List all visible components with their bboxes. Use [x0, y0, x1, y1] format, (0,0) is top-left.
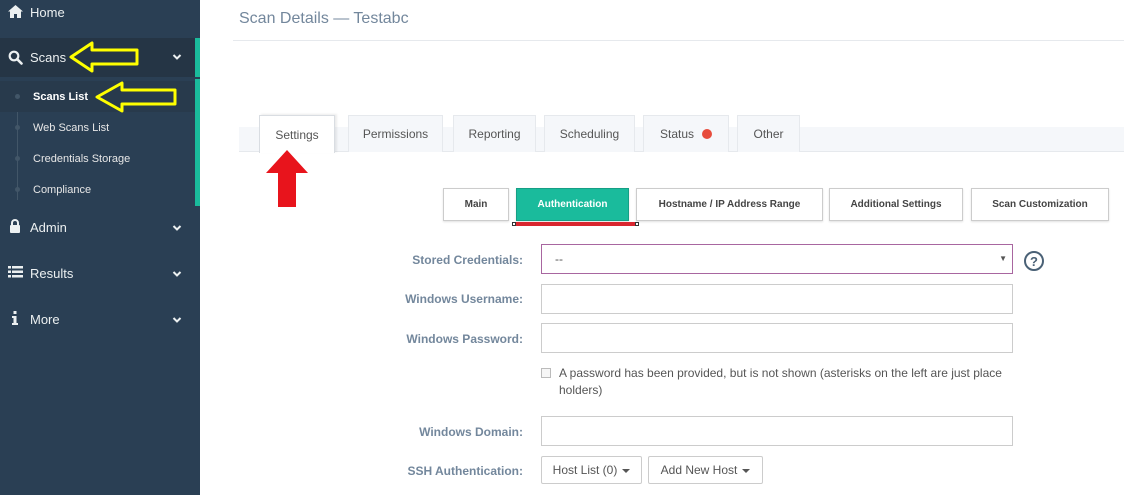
nav-home-label: Home: [30, 4, 65, 20]
chevron-down-icon: [172, 54, 182, 60]
selection-underline: [514, 222, 638, 226]
nav-home[interactable]: Home: [0, 0, 200, 24]
windows-username-label: Windows Username:: [405, 292, 523, 306]
tab-settings[interactable]: Settings: [259, 115, 335, 153]
sub-item-label: Scans List: [33, 90, 89, 103]
windows-password-input[interactable]: [541, 323, 1013, 353]
caret-down-icon: [742, 469, 751, 473]
stored-credentials-select[interactable]: -- ▼: [541, 244, 1013, 274]
nav-more-label: More: [30, 311, 60, 327]
status-indicator-icon: [702, 129, 713, 139]
bullet-icon: [15, 125, 20, 130]
nav-admin[interactable]: Admin: [0, 215, 200, 239]
info-icon: [7, 310, 23, 326]
sub-item-web-scans-list[interactable]: Web Scans List: [0, 112, 195, 143]
add-new-host-dropdown[interactable]: Add New Host: [648, 456, 763, 484]
subtab-scan-customization[interactable]: Scan Customization: [971, 188, 1109, 221]
tab-scheduling[interactable]: Scheduling: [544, 115, 635, 152]
tab-reporting[interactable]: Reporting: [453, 115, 536, 152]
list-icon: [7, 264, 23, 280]
bullet-icon: [15, 94, 20, 99]
nav-more[interactable]: More: [0, 307, 200, 331]
nav-admin-label: Admin: [30, 219, 67, 235]
sub-item-label: Compliance: [33, 183, 92, 196]
sub-item-label: Web Scans List: [33, 121, 110, 134]
sub-item-compliance[interactable]: Compliance: [0, 174, 195, 205]
ssh-authentication-label: SSH Authentication:: [407, 464, 523, 478]
selection-handle: [512, 222, 516, 226]
dropdown-arrow-icon: ▼: [999, 254, 1007, 263]
nav-scans-label: Scans: [30, 50, 67, 65]
host-list-label: Host List (0): [552, 463, 618, 477]
yellow-arrow-left-icon: [95, 81, 177, 113]
nav-results[interactable]: Results: [0, 261, 200, 285]
title-divider: [233, 40, 1124, 41]
subtab-additional-settings[interactable]: Additional Settings: [829, 188, 963, 221]
sub-item-label: Credentials Storage: [33, 152, 131, 165]
home-icon: [7, 3, 23, 19]
caret-down-icon: [622, 469, 631, 473]
password-provided-checkbox[interactable]: [541, 368, 551, 378]
bullet-icon: [15, 187, 20, 192]
subtab-authentication[interactable]: Authentication: [516, 188, 629, 221]
tab-permissions[interactable]: Permissions: [348, 115, 443, 152]
windows-password-label: Windows Password:: [406, 332, 523, 346]
page-title: Scan Details — Testabc: [239, 10, 409, 27]
sub-item-credentials-storage[interactable]: Credentials Storage: [0, 143, 195, 174]
selection-handle: [635, 222, 639, 226]
sidebar: Home Scans Scans List Web Scans List Cre…: [0, 0, 200, 495]
stored-credentials-value: --: [555, 252, 563, 266]
nav-results-label: Results: [30, 265, 74, 281]
windows-domain-label: Windows Domain:: [419, 425, 523, 439]
tab-other[interactable]: Other: [737, 115, 800, 152]
tab-status-label: Status: [659, 127, 695, 141]
tab-status[interactable]: Status: [643, 115, 729, 152]
chevron-down-icon: [172, 271, 182, 277]
host-list-dropdown[interactable]: Host List (0): [541, 456, 642, 484]
chevron-down-icon: [172, 317, 182, 323]
chevron-down-icon: [172, 225, 182, 231]
add-new-host-label: Add New Host: [660, 463, 738, 477]
password-provided-note: A password has been provided, but is not…: [559, 366, 1002, 397]
red-arrow-up-icon: [266, 150, 308, 207]
yellow-arrow-left-icon: [69, 41, 139, 73]
lock-icon: [7, 218, 23, 234]
stored-credentials-label: Stored Credentials:: [412, 253, 523, 267]
help-icon[interactable]: ?: [1024, 251, 1044, 271]
windows-username-input[interactable]: [541, 284, 1013, 314]
subtab-main[interactable]: Main: [443, 188, 509, 221]
windows-domain-input[interactable]: [541, 416, 1013, 446]
subtab-hostname-ip-range[interactable]: Hostname / IP Address Range: [636, 188, 823, 221]
search-icon: [7, 49, 23, 65]
bullet-icon: [15, 156, 20, 161]
